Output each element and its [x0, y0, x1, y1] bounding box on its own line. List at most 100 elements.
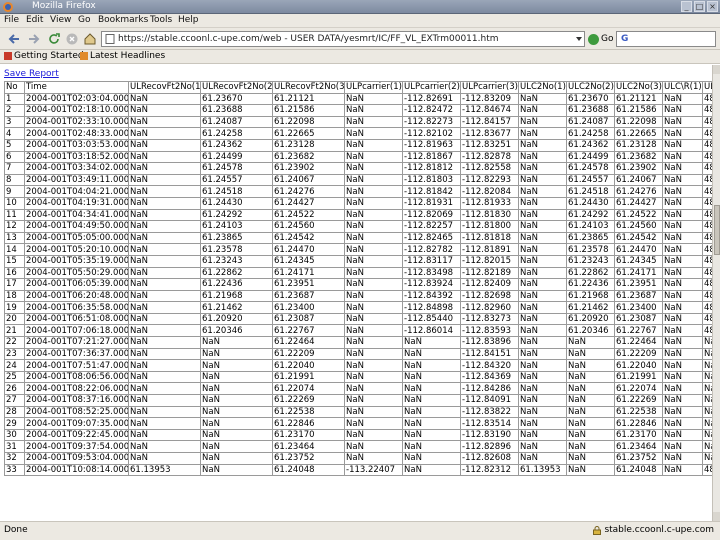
table-cell: 22	[4, 336, 25, 349]
bookmark-label: Latest Headlines	[90, 51, 166, 61]
table-cell: 2004-001T02:48:33.000	[24, 127, 129, 140]
table-cell: -112.85440	[402, 312, 461, 326]
table-cell: NaN	[518, 347, 567, 361]
bookmark-getting-started[interactable]: Getting Started	[4, 51, 84, 61]
table-cell: NaN	[518, 231, 567, 245]
maximize-button[interactable]: □	[694, 1, 705, 12]
table-cell: NaN	[128, 324, 201, 338]
table-cell: 61.22436	[200, 278, 273, 291]
table-cell: 27	[4, 394, 25, 407]
menu-edit[interactable]: Edit	[26, 15, 43, 25]
table-cell: NaN	[402, 452, 461, 465]
table-cell: NaN	[662, 243, 703, 256]
table-cell: NaN	[344, 336, 403, 349]
reload-button[interactable]	[46, 31, 62, 47]
url-bar[interactable]: https://stable.ccoonl.c-upe.com/web - US…	[101, 31, 585, 47]
menu-bookmarks[interactable]: Bookmarks	[98, 15, 148, 25]
table-row: 12 2004-001T04:49:50.000 NaN 61.24103 61.245…	[4, 220, 712, 233]
table-row: 31 2004-001T09:37:54.000 NaN NaN 61.23464 NaN…	[4, 440, 712, 453]
back-button[interactable]	[6, 31, 22, 47]
search-input[interactable]: G	[616, 31, 716, 47]
table-cell: 61.24522	[614, 208, 663, 222]
vertical-scrollbar[interactable]	[712, 65, 720, 521]
table-cell: 13	[4, 231, 25, 245]
table-cell: NaN	[402, 417, 461, 430]
close-button[interactable]: ×	[707, 1, 718, 12]
menu-file[interactable]: File	[4, 15, 19, 25]
home-button[interactable]	[82, 31, 98, 47]
column-header: Time	[24, 81, 129, 94]
table-cell: 48.	[702, 92, 712, 106]
table-row: 5 2004-001T03:03:53.000 NaN 61.24362 61.2312…	[4, 138, 712, 152]
table-cell: 2004-001T08:52:25.000	[24, 405, 129, 419]
table-cell: 48.	[702, 104, 712, 117]
url-dropdown-icon[interactable]	[576, 37, 582, 41]
save-report-link[interactable]: Save Report	[4, 69, 59, 79]
menu-tools[interactable]: Tools	[150, 15, 172, 25]
table-row: 16 2004-001T05:50:29.000 NaN 61.22862 61.241…	[4, 266, 712, 280]
scroll-up-arrow[interactable]	[713, 65, 720, 74]
table-cell: -112.82782	[402, 243, 461, 256]
table-cell: NaN	[662, 301, 703, 314]
table-cell: NaN	[200, 417, 273, 430]
table-cell: 61.24103	[200, 220, 273, 233]
menu-view[interactable]: View	[50, 15, 71, 25]
table-cell: NaN	[702, 417, 712, 430]
table-cell: 61.23087	[272, 312, 345, 326]
table-cell: 61.24560	[272, 220, 345, 233]
table-cell: -112.83251	[460, 138, 519, 152]
table-cell: 61.24345	[614, 254, 663, 268]
forward-button[interactable]	[26, 31, 42, 47]
table-cell: NaN	[702, 394, 712, 407]
table-cell: 61.20346	[566, 324, 615, 338]
table-cell: 61.24171	[614, 266, 663, 280]
table-cell: 48.	[702, 266, 712, 280]
table-cell: 61.23687	[614, 289, 663, 303]
menu-help[interactable]: Help	[178, 15, 199, 25]
table-cell: 61.23400	[614, 301, 663, 314]
table-cell: 61.24518	[200, 185, 273, 198]
table-cell: 61.22074	[614, 382, 663, 396]
table-cell: NaN	[200, 452, 273, 465]
table-cell: 19	[4, 301, 25, 314]
table-cell: NaN	[662, 150, 703, 164]
table-cell: NaN	[128, 196, 201, 210]
stop-button[interactable]	[64, 31, 80, 47]
bookmark-latest-headlines[interactable]: Latest Headlines	[80, 51, 165, 61]
table-cell: -112.83209	[460, 92, 519, 106]
table-cell: 48.	[702, 185, 712, 198]
table-cell: 12	[4, 220, 25, 233]
table-cell: NaN	[344, 231, 403, 245]
table-cell: 61.23682	[272, 150, 345, 164]
table-cell: 48.	[702, 231, 712, 245]
table-cell: 2004-001T05:20:10.000	[24, 243, 129, 256]
table-cell: 61.21121	[272, 92, 345, 106]
table-cell: NaN	[518, 370, 567, 384]
table-cell: 61.23087	[614, 312, 663, 326]
table-cell: 61.22862	[566, 266, 615, 280]
minimize-button[interactable]: _	[681, 1, 692, 12]
table-cell: NaN	[662, 196, 703, 210]
scroll-thumb[interactable]	[714, 205, 720, 255]
table-cell: 61.21462	[566, 301, 615, 314]
table-cell: NaN	[344, 208, 403, 222]
status-text: Done	[4, 525, 28, 535]
scroll-down-arrow[interactable]	[713, 512, 720, 521]
url-text[interactable]: https://stable.ccoonl.c-upe.com/web - US…	[118, 34, 499, 44]
table-cell: -112.82015	[460, 254, 519, 268]
table-cell: NaN	[702, 382, 712, 396]
go-button[interactable]: Go	[588, 31, 613, 47]
table-cell: 61.23682	[614, 150, 663, 164]
table-cell: -112.83117	[402, 254, 461, 268]
table-cell: NaN	[344, 243, 403, 256]
table-cell: 61.23464	[614, 440, 663, 453]
table-cell: -112.81842	[402, 185, 461, 198]
table-cell: -112.81830	[460, 208, 519, 222]
table-cell: -112.81803	[402, 173, 461, 187]
lock-icon[interactable]	[593, 525, 602, 535]
table-cell: 48.	[702, 115, 712, 129]
table-cell: -112.83273	[460, 312, 519, 326]
menu-go[interactable]: Go	[78, 15, 90, 25]
table-cell: 61.24427	[272, 196, 345, 210]
page-content: Save Report No Time ULRecovFt2No(1) ULRecov…	[0, 65, 712, 521]
